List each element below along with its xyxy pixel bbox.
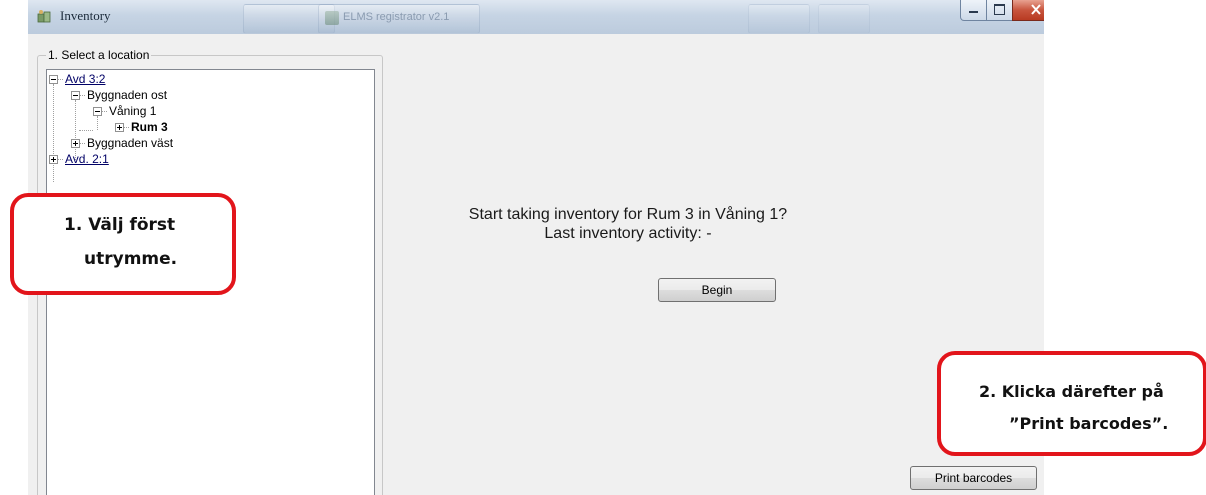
collapse-icon[interactable]	[49, 75, 58, 84]
title-bar[interactable]: ELMS registrator v2.1 Inventory	[28, 0, 1044, 34]
background-tab-label: ELMS registrator v2.1	[343, 11, 450, 23]
begin-button[interactable]: Begin	[658, 278, 776, 302]
app-ghost-icon	[325, 11, 339, 25]
maximize-button[interactable]	[986, 0, 1013, 21]
expand-icon[interactable]	[49, 155, 58, 164]
tree-node-label: Byggnaden väst	[87, 136, 174, 150]
last-activity-label: Last inventory activity: -	[544, 225, 712, 242]
annotation-text: utrymme.	[84, 249, 178, 269]
window-title: Inventory	[60, 8, 111, 23]
inventory-app-icon	[37, 10, 51, 23]
annotation-callout-step-1: 1. Välj först utrymme.	[10, 193, 236, 295]
tree-node-label: Våning 1	[109, 104, 157, 118]
annotation-text: ”Print barcodes”.	[1009, 414, 1169, 433]
close-icon	[1031, 4, 1041, 15]
annotation-callout-step-2: 2. Klicka därefter på ”Print barcodes”.	[937, 351, 1206, 456]
background-tab	[748, 4, 810, 34]
annotation-text: 1. Välj först	[64, 215, 176, 235]
tree-line	[97, 116, 98, 130]
print-barcodes-button[interactable]: Print barcodes	[910, 466, 1037, 490]
tree-line	[53, 84, 54, 182]
background-tab-registrator: ELMS registrator v2.1	[318, 4, 480, 34]
tree-line	[75, 100, 76, 160]
annotation-text: 2. Klicka därefter på	[979, 382, 1164, 401]
collapse-icon[interactable]	[71, 91, 80, 100]
minimize-button[interactable]	[960, 0, 987, 21]
background-tab	[818, 4, 870, 34]
tree-node-label: Rum 3	[131, 120, 168, 134]
inventory-prompt: Start taking inventory for Rum 3 in Våni…	[468, 206, 788, 223]
maximize-icon	[994, 4, 1005, 15]
minimize-icon	[969, 11, 978, 13]
tree-node-label: Byggnaden ost	[87, 88, 168, 102]
expand-icon[interactable]	[115, 123, 124, 132]
collapse-icon[interactable]	[93, 107, 102, 116]
close-button[interactable]	[1012, 0, 1044, 21]
location-groupbox-legend: 1. Select a location	[46, 48, 152, 62]
tree-node-label: Avd 3:2	[65, 72, 106, 86]
expand-icon[interactable]	[71, 139, 80, 148]
tree-node-label: Avd. 2:1	[65, 152, 109, 166]
tree-line	[79, 130, 93, 131]
